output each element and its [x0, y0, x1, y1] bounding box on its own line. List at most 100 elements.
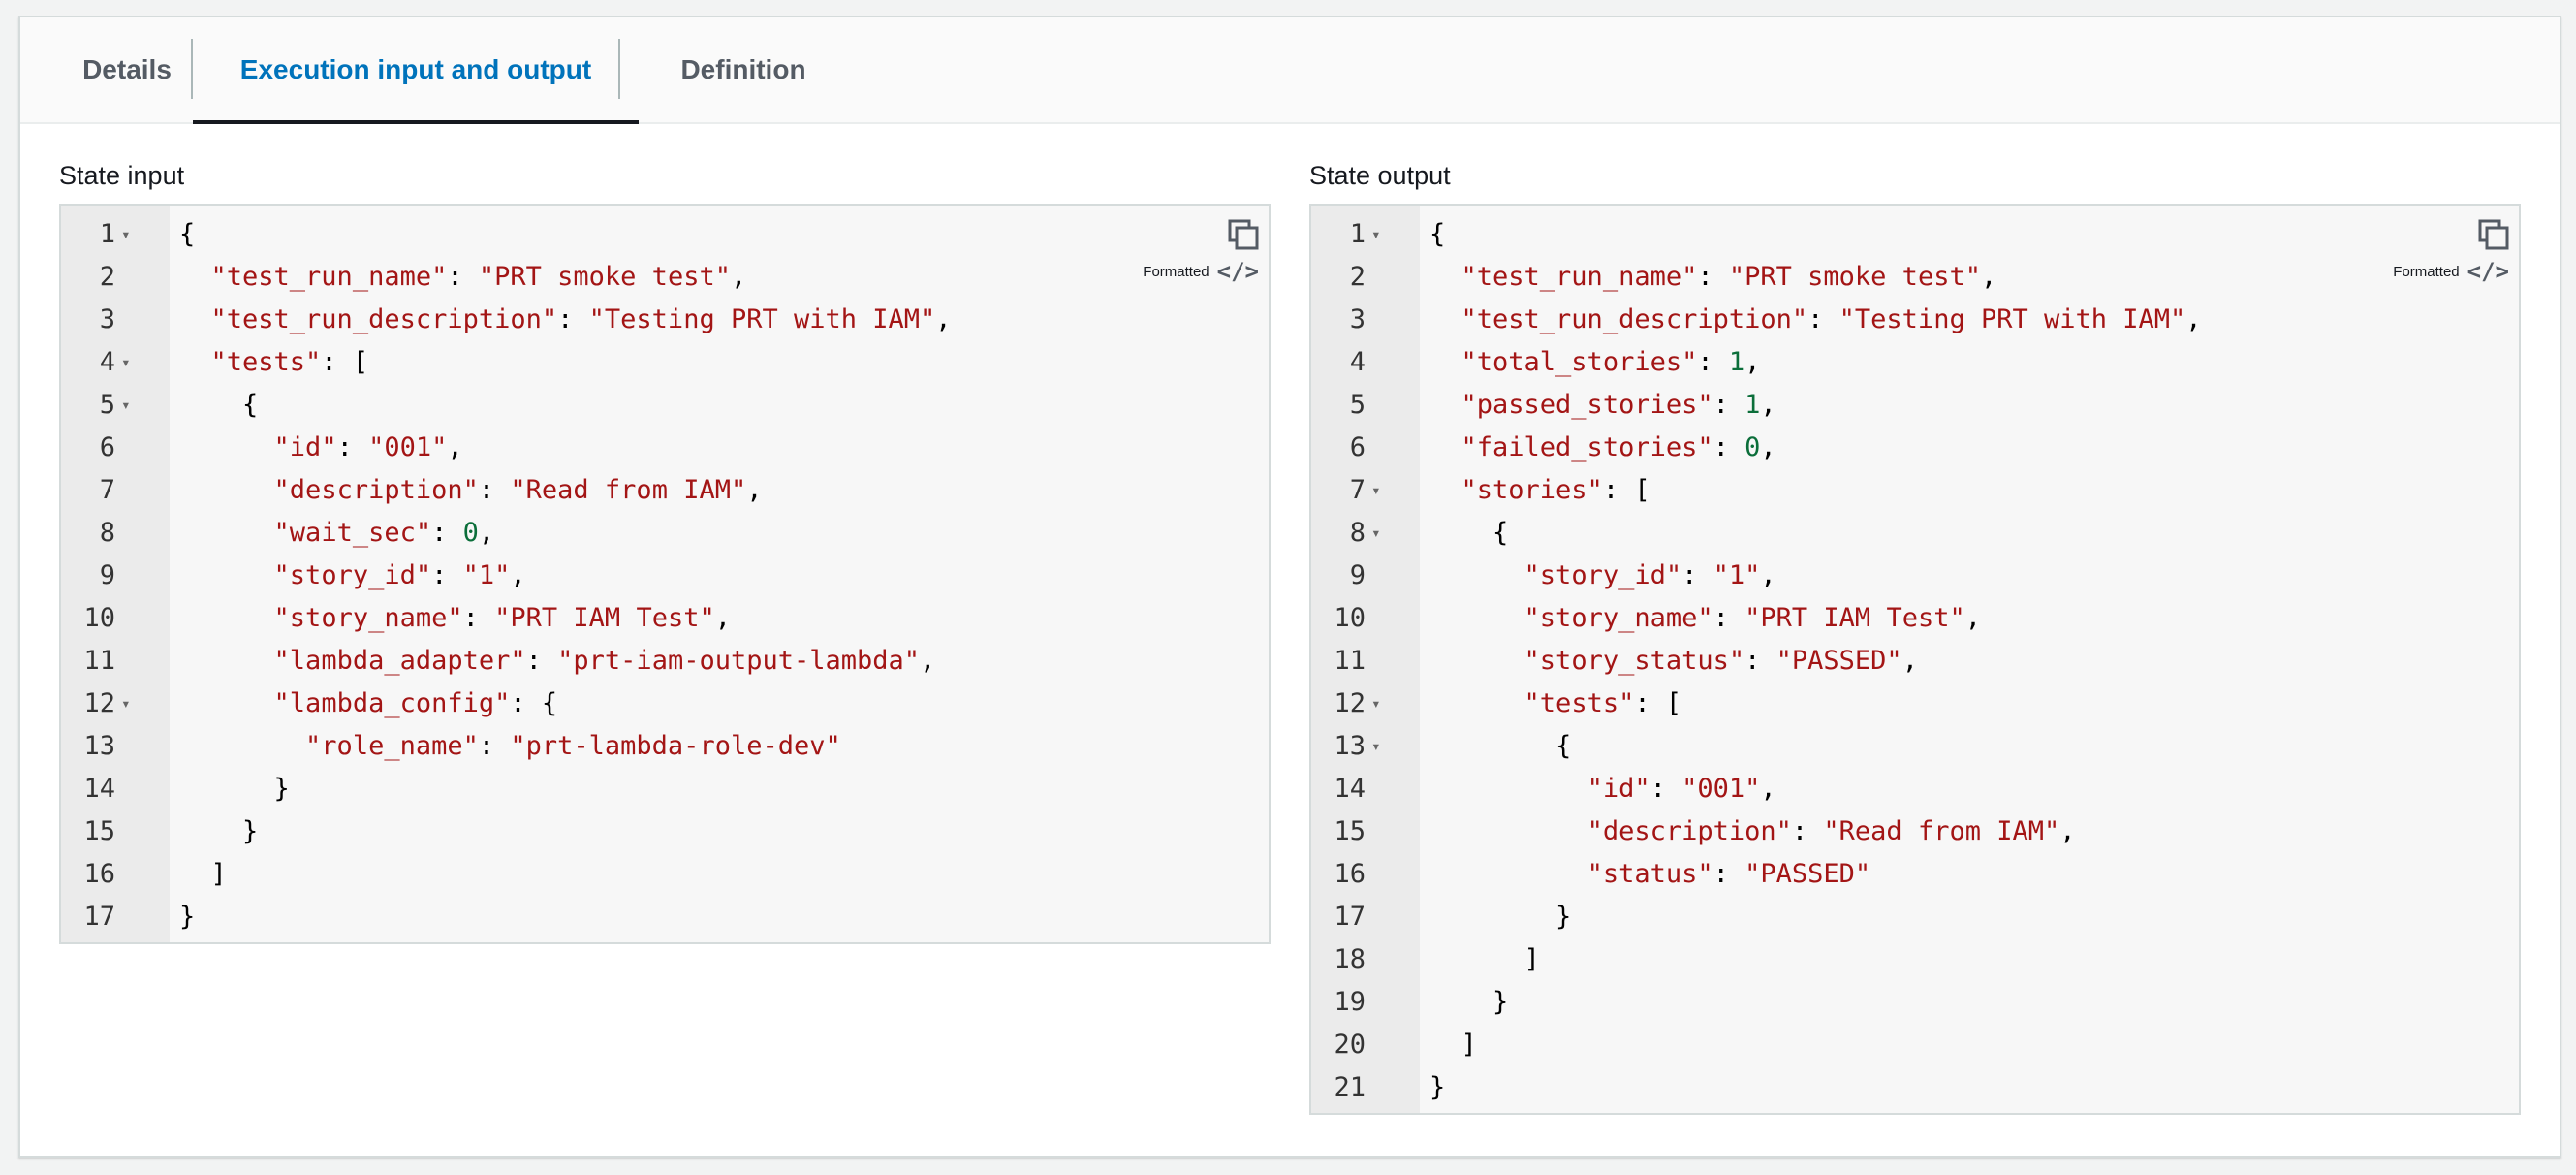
json-string: "PASSED": [1775, 646, 1902, 676]
formatted-toggle[interactable]: Formatted </>: [1143, 258, 1259, 285]
code-text: "story_status": "PASSED",: [1429, 640, 1918, 683]
tab-details[interactable]: Details: [59, 17, 195, 122]
json-string: "Read from IAM": [510, 475, 747, 505]
line-number: 8: [99, 518, 115, 548]
json-punctuation: ,: [1901, 646, 1918, 676]
json-punctuation: ,: [1760, 560, 1776, 590]
line-number: 1: [99, 219, 115, 249]
json-punctuation: [179, 688, 274, 718]
tab-execution-input-output[interactable]: Execution input and output: [193, 17, 639, 124]
json-punctuation: [179, 475, 274, 505]
fold-arrow-icon[interactable]: ▾: [121, 213, 131, 256]
code-text: "id": "001",: [179, 427, 463, 469]
json-punctuation: ,: [714, 603, 731, 633]
line-number: 3: [99, 304, 115, 334]
json-punctuation: :: [1712, 390, 1745, 420]
json-punctuation: :: [525, 646, 558, 676]
copy-icon[interactable]: [2476, 217, 2511, 252]
json-punctuation: ,: [447, 432, 463, 462]
fold-arrow-icon[interactable]: ▾: [121, 384, 131, 427]
code-line: 9 "story_id": "1",: [1311, 555, 2519, 597]
code-line: 3 "test_run_description": "Testing PRT w…: [61, 299, 1269, 341]
line-number: 16: [83, 859, 115, 889]
json-punctuation: ,: [1760, 432, 1776, 462]
line-number: 2: [99, 262, 115, 292]
fold-arrow-icon[interactable]: ▾: [1371, 725, 1381, 768]
json-punctuation: :: [1712, 432, 1745, 462]
json-punctuation: {: [1429, 219, 1446, 249]
json-punctuation: }: [179, 816, 259, 846]
code-text: "id": "001",: [1429, 768, 1776, 810]
json-punctuation: :: [557, 304, 589, 334]
json-punctuation: :: [1712, 859, 1745, 889]
json-punctuation: [1429, 390, 1461, 420]
json-punctuation: :: [1681, 560, 1713, 590]
json-key: "lambda_adapter": [273, 646, 526, 676]
json-punctuation: :: [1649, 774, 1682, 804]
code-text: "test_run_description": "Testing PRT wit…: [1429, 299, 2202, 341]
tab-definition[interactable]: Definition: [641, 17, 846, 122]
code-line: 16 ]: [61, 853, 1269, 896]
json-number: 1: [1744, 390, 1761, 420]
line-number: 12: [83, 688, 115, 718]
json-string: "PRT IAM Test": [494, 603, 715, 633]
json-string: "prt-lambda-role-dev": [510, 731, 841, 761]
json-punctuation: :: [1697, 262, 1729, 292]
code-line: 14 "id": "001",: [1311, 768, 2519, 810]
fold-arrow-icon[interactable]: ▾: [1371, 213, 1381, 256]
json-punctuation: ]: [179, 859, 227, 889]
code-line: 6 "id": "001",: [61, 427, 1269, 469]
state-output-editor[interactable]: 1 ▾{2 "test_run_name": "PRT smoke test", 3…: [1309, 204, 2521, 1115]
fold-arrow-icon[interactable]: ▾: [121, 341, 131, 384]
json-key: "id": [273, 432, 337, 462]
code-line: 8 "wait_sec": 0,: [61, 512, 1269, 555]
code-text: "test_run_name": "PRT smoke test",: [179, 256, 747, 299]
line-number: 16: [1334, 859, 1366, 889]
json-punctuation: ]: [1429, 1030, 1477, 1060]
json-punctuation: }: [179, 902, 196, 932]
fold-arrow-icon[interactable]: ▾: [121, 683, 131, 725]
json-punctuation: ,: [730, 262, 747, 292]
json-key: "passed_stories": [1461, 390, 1713, 420]
line-number: 5: [99, 390, 115, 420]
code-text: "wait_sec": 0,: [179, 512, 495, 555]
line-number: 13: [1334, 731, 1366, 761]
fold-arrow-icon[interactable]: ▾: [1371, 512, 1381, 555]
json-punctuation: {: [1429, 731, 1572, 761]
line-number: 7: [99, 475, 115, 505]
json-key: "id": [1586, 774, 1650, 804]
formatted-toggle[interactable]: Formatted </>: [2393, 258, 2509, 285]
code-text: "total_stories": 1,: [1429, 341, 1761, 384]
json-string: "PRT smoke test": [478, 262, 731, 292]
code-line: 2 "test_run_name": "PRT smoke test",: [1311, 256, 2519, 299]
code-line: 12 ▾ "tests": [: [1311, 683, 2519, 725]
json-punctuation: [179, 731, 305, 761]
fold-arrow-icon[interactable]: ▾: [1371, 683, 1381, 725]
code-text: }: [179, 810, 258, 853]
json-punctuation: [1429, 859, 1587, 889]
line-number: 15: [83, 816, 115, 846]
json-key: "stories": [1461, 475, 1603, 505]
json-punctuation: [179, 304, 211, 334]
formatted-label: Formatted: [1143, 263, 1209, 280]
line-number: 1: [1349, 219, 1366, 249]
line-number: 10: [1334, 603, 1366, 633]
json-punctuation: [1429, 688, 1524, 718]
code-line: 2 "test_run_name": "PRT smoke test",: [61, 256, 1269, 299]
line-number: 14: [1334, 774, 1366, 804]
state-input-editor[interactable]: 1 ▾{2 "test_run_name": "PRT smoke test", 3…: [59, 204, 1271, 944]
line-number: 11: [1334, 646, 1366, 676]
fold-arrow-icon[interactable]: ▾: [1371, 469, 1381, 512]
code-text: }: [1429, 981, 1508, 1024]
line-number: 11: [83, 646, 115, 676]
code-text: "description": "Read from IAM",: [1429, 810, 2076, 853]
copy-icon[interactable]: [1226, 217, 1261, 252]
json-punctuation: {: [1429, 518, 1509, 548]
json-punctuation: ,: [746, 475, 763, 505]
json-key: "lambda_config": [273, 688, 511, 718]
json-punctuation: [1429, 774, 1587, 804]
line-number: 2: [1349, 262, 1366, 292]
code-line: 16 "status": "PASSED": [1311, 853, 2519, 896]
formatted-label: Formatted: [2393, 263, 2460, 280]
line-number: 15: [1334, 816, 1366, 846]
